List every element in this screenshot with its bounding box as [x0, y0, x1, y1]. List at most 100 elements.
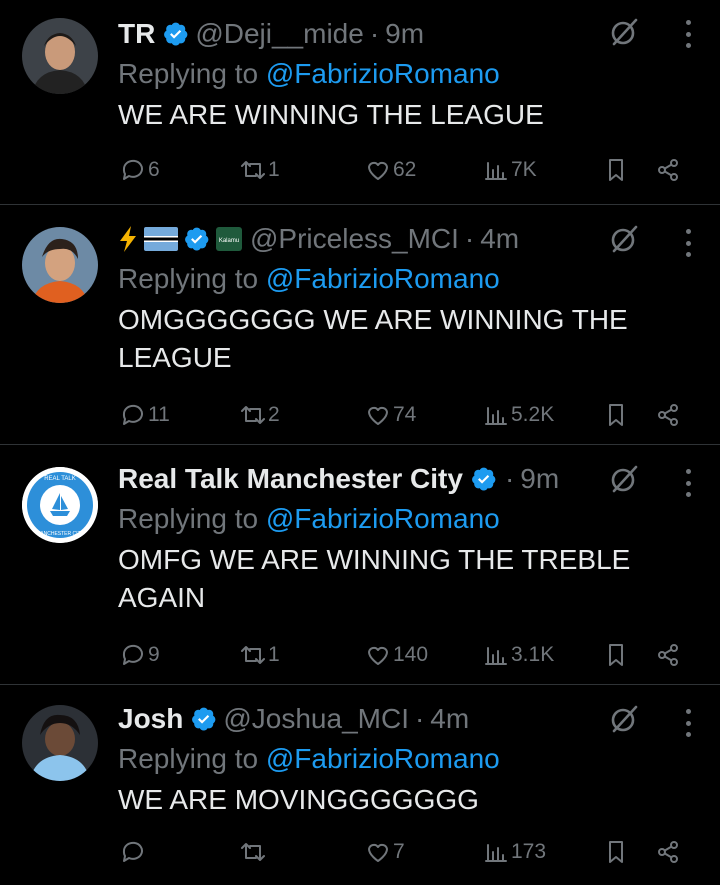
like-count: 74 — [393, 403, 417, 426]
tweet[interactable]: REAL TALK MANCHESTER CITY Real Talk Manc… — [0, 445, 720, 685]
grok-icon[interactable] — [608, 223, 640, 255]
avatar[interactable] — [22, 227, 98, 303]
timestamp[interactable]: 4m — [480, 219, 519, 259]
retweet-icon — [241, 161, 265, 179]
bookmark-icon — [609, 159, 623, 181]
more-options-button[interactable] — [682, 709, 694, 737]
bookmark-icon — [609, 644, 623, 666]
views-icon — [485, 844, 507, 862]
bookmark-button[interactable] — [601, 155, 653, 185]
display-name[interactable]: Josh — [118, 699, 183, 739]
views-button[interactable]: 7K — [481, 155, 601, 185]
handle[interactable]: @Joshua_MCI — [223, 699, 409, 739]
view-count: 5.2K — [511, 403, 555, 426]
retweet-icon — [241, 646, 265, 664]
verified-badge-icon — [192, 707, 216, 731]
separator-dot: · — [369, 18, 380, 49]
views-button[interactable]: 5.2K — [481, 400, 601, 430]
views-button[interactable]: 3.1K — [481, 640, 601, 670]
logo-text-bottom: MANCHESTER CITY — [36, 531, 84, 537]
display-name[interactable]: TR — [118, 14, 155, 54]
bookmark-button[interactable] — [601, 640, 653, 670]
timestamp[interactable]: 9m — [385, 14, 424, 54]
reply-feed: TR @Deji__mide · 9m Replying to @Fabrizi… — [0, 0, 720, 885]
avatar[interactable]: REAL TALK MANCHESTER CITY — [22, 467, 98, 543]
like-button[interactable]: 7 — [363, 837, 481, 867]
grok-icon[interactable] — [608, 16, 640, 48]
reply-button[interactable]: 9 — [118, 640, 238, 670]
more-options-button[interactable] — [682, 229, 694, 257]
mention-link[interactable]: @FabrizioRomano — [266, 503, 500, 534]
replying-to: Replying to @FabrizioRomano — [118, 739, 700, 779]
like-button[interactable]: 62 — [363, 155, 481, 185]
verified-badge-icon — [164, 22, 188, 46]
tweet-text: OMGGGGGGG WE ARE WINNING THE LEAGUE — [118, 304, 628, 373]
heart-icon — [368, 406, 388, 425]
retweet-button[interactable]: 1 — [238, 640, 363, 670]
replying-prefix: Replying to — [118, 503, 259, 534]
reply-count: 9 — [148, 643, 160, 666]
mention-link[interactable]: @FabrizioRomano — [266, 58, 500, 89]
botswana-flag-icon — [144, 227, 178, 251]
verified-badge-icon — [185, 227, 209, 251]
handle[interactable]: @Deji__mide — [195, 14, 364, 54]
affiliate-badge-text: Kalamu — [219, 238, 239, 244]
reply-button[interactable] — [118, 837, 238, 867]
retweet-count: 2 — [268, 403, 280, 426]
share-icon — [658, 404, 678, 426]
retweet-button[interactable]: 2 — [238, 400, 363, 430]
share-button[interactable] — [653, 837, 693, 867]
tweet[interactable]: Kalamu @Priceless_MCI · 4m Replying to @… — [0, 205, 720, 445]
mention-link[interactable]: @FabrizioRomano — [266, 743, 500, 774]
like-button[interactable]: 74 — [363, 400, 481, 430]
affiliate-badge-icon: Kalamu — [216, 227, 242, 251]
tweet-actions: 6 1 62 7K — [118, 150, 700, 190]
retweet-button[interactable]: 1 — [238, 155, 363, 185]
reply-button[interactable]: 11 — [118, 400, 238, 430]
retweet-count: 1 — [268, 643, 280, 666]
like-count: 62 — [393, 158, 417, 181]
views-icon — [485, 647, 507, 665]
heart-icon — [368, 161, 388, 180]
separator-dot: · — [504, 463, 515, 494]
share-button[interactable] — [653, 640, 693, 670]
views-button[interactable]: 173 — [481, 837, 601, 867]
heart-icon — [368, 646, 388, 665]
bookmark-button[interactable] — [601, 837, 653, 867]
reply-button[interactable]: 6 — [118, 155, 238, 185]
mention-link[interactable]: @FabrizioRomano — [266, 263, 500, 294]
timestamp[interactable]: 4m — [430, 699, 469, 739]
tweet-actions: 11 2 74 5.2K — [118, 395, 700, 435]
reply-icon — [122, 644, 143, 665]
views-icon — [485, 407, 507, 425]
separator-dot: · — [414, 703, 425, 734]
bookmark-button[interactable] — [601, 400, 653, 430]
views-icon — [485, 162, 507, 180]
heart-icon — [368, 843, 388, 862]
replying-prefix: Replying to — [118, 58, 259, 89]
tweet-actions: 9 1 140 3.1K — [118, 635, 700, 675]
like-button[interactable]: 140 — [363, 640, 481, 670]
bookmark-icon — [609, 404, 623, 426]
display-name[interactable]: Real Talk Manchester City — [118, 459, 463, 499]
handle[interactable]: @Priceless_MCI — [250, 219, 459, 259]
replying-to: Replying to @FabrizioRomano — [118, 499, 700, 539]
more-options-button[interactable] — [682, 469, 694, 497]
avatar[interactable] — [22, 705, 98, 781]
retweet-button[interactable] — [238, 837, 363, 867]
tweet[interactable]: Josh @Joshua_MCI · 4m Replying to @Fabri… — [0, 685, 720, 885]
share-button[interactable] — [653, 400, 693, 430]
retweet-icon — [241, 843, 265, 861]
view-count: 7K — [511, 158, 537, 181]
logo-text-top: REAL TALK — [44, 476, 76, 482]
tweet[interactable]: TR @Deji__mide · 9m Replying to @Fabrizi… — [0, 0, 720, 205]
replying-to: Replying to @FabrizioRomano — [118, 259, 700, 299]
grok-icon[interactable] — [608, 463, 640, 495]
avatar[interactable] — [22, 18, 98, 94]
share-button[interactable] — [653, 155, 693, 185]
tweet-text: OMFG WE ARE WINNING THE TREBLE AGAIN — [118, 544, 631, 613]
timestamp[interactable]: 9m — [520, 459, 559, 499]
reply-icon — [122, 159, 143, 180]
more-options-button[interactable] — [682, 20, 694, 48]
grok-icon[interactable] — [608, 703, 640, 735]
